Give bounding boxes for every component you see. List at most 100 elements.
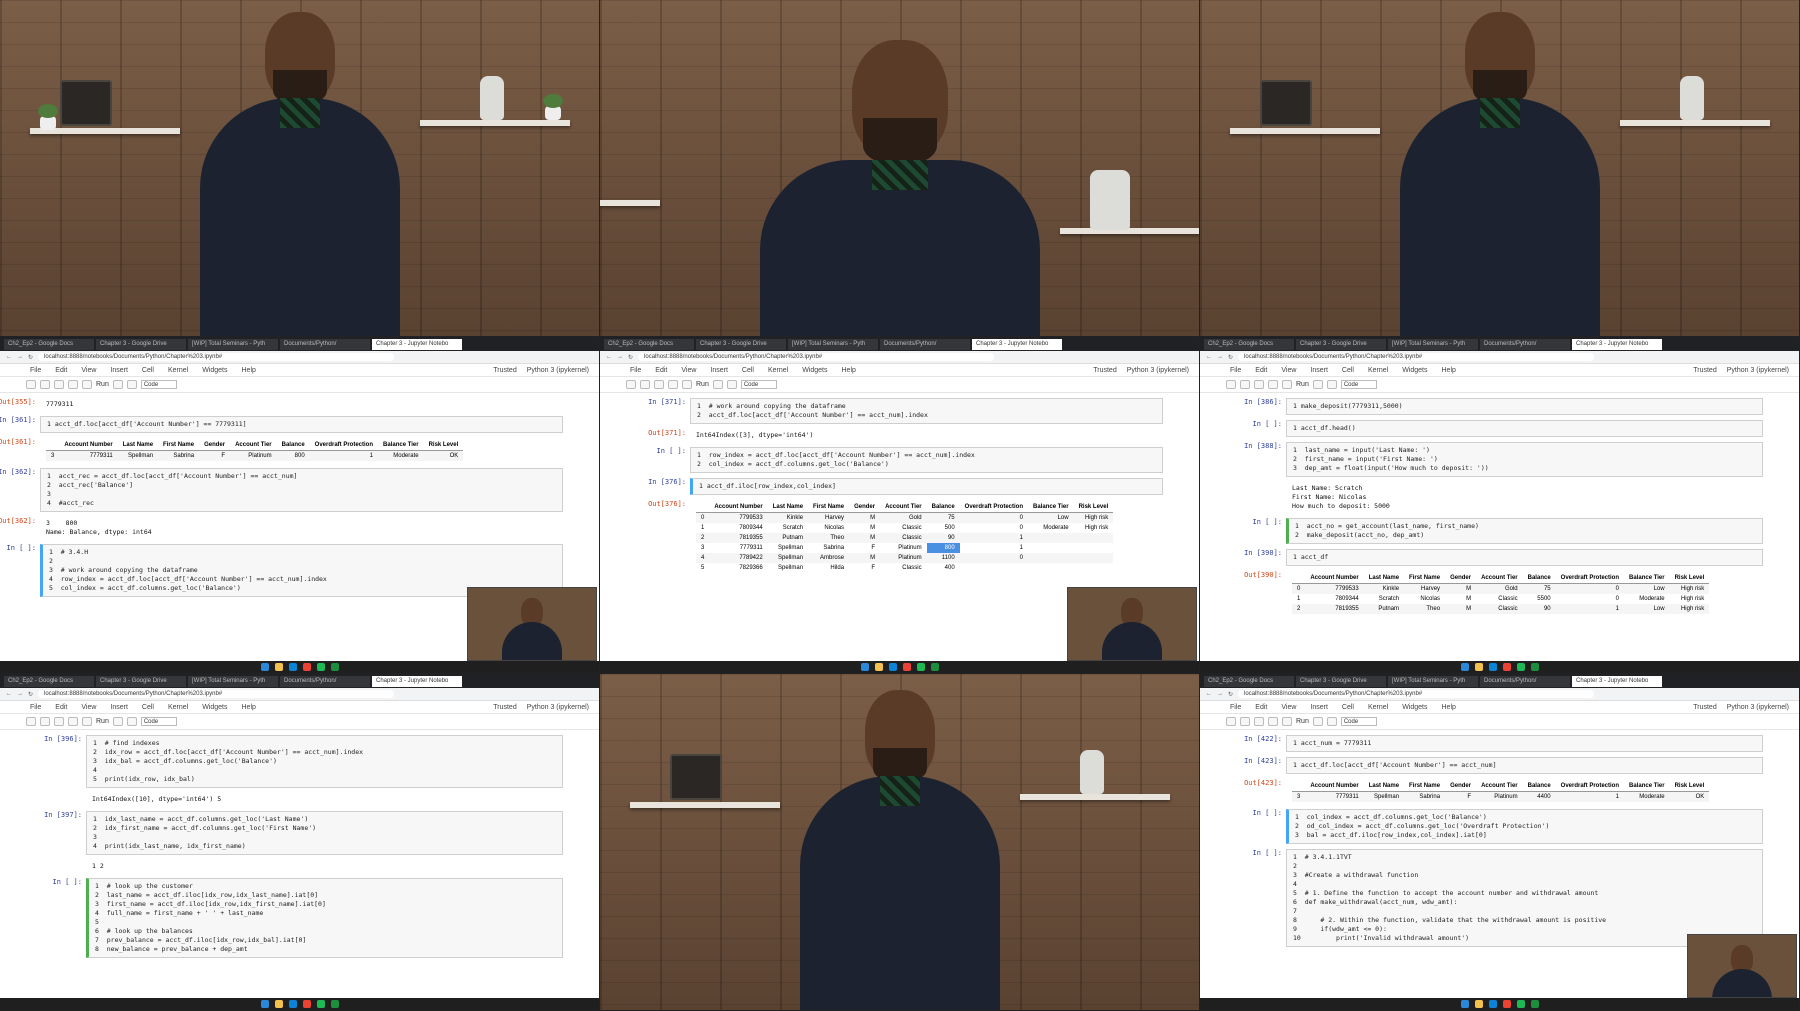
menu-cell[interactable]: Cell bbox=[742, 367, 754, 374]
back-icon[interactable]: ← bbox=[1206, 691, 1212, 697]
reload-icon[interactable]: ↻ bbox=[1228, 691, 1233, 698]
stop-icon[interactable] bbox=[112, 717, 123, 726]
stop-icon[interactable] bbox=[112, 380, 123, 389]
code-cell[interactable]: 1 acct_rec = acct_df.loc[acct_df['Accoun… bbox=[40, 468, 563, 512]
menu-kernel[interactable]: Kernel bbox=[1368, 367, 1388, 374]
save-icon[interactable] bbox=[1226, 717, 1236, 726]
stop-icon[interactable] bbox=[712, 380, 723, 389]
edge-icon[interactable] bbox=[888, 663, 897, 671]
menu-kernel[interactable]: Kernel bbox=[1368, 704, 1388, 711]
back-icon[interactable]: ← bbox=[6, 354, 12, 360]
copy-icon[interactable] bbox=[68, 380, 78, 389]
browser-tab[interactable]: Chapter 3 - Google Drive bbox=[696, 338, 786, 350]
cell-type-select[interactable]: Code bbox=[140, 717, 177, 726]
code-cell-selected[interactable]: 1 acct_df.iloc[row_index,col_index] bbox=[690, 478, 1163, 495]
restart-icon[interactable] bbox=[726, 380, 737, 389]
add-cell-icon[interactable] bbox=[640, 380, 650, 389]
cell-type-select[interactable]: Code bbox=[1340, 717, 1377, 726]
paste-icon[interactable] bbox=[82, 717, 92, 726]
menu-file[interactable]: File bbox=[630, 367, 641, 374]
browser-tab[interactable]: Documents/Python/ bbox=[280, 675, 370, 687]
menu-insert[interactable]: Insert bbox=[710, 367, 728, 374]
browser-tab[interactable]: [WIP] Total Seminars - Pyth bbox=[788, 338, 878, 350]
run-button[interactable]: Run bbox=[96, 381, 109, 388]
browser-tab[interactable]: [WIP] Total Seminars - Pyth bbox=[188, 338, 278, 350]
windows-icon[interactable] bbox=[260, 663, 269, 671]
add-cell-icon[interactable] bbox=[40, 717, 50, 726]
folder-icon[interactable] bbox=[1474, 1000, 1483, 1008]
browser-tab[interactable]: [WIP] Total Seminars - Pyth bbox=[1388, 675, 1478, 687]
trusted-badge[interactable]: Trusted bbox=[1693, 367, 1716, 374]
menu-insert[interactable]: Insert bbox=[110, 704, 128, 711]
back-icon[interactable]: ← bbox=[6, 691, 12, 697]
folder-icon[interactable] bbox=[1474, 663, 1483, 671]
reload-icon[interactable]: ↻ bbox=[28, 354, 33, 361]
browser-tab[interactable]: Chapter 3 - Google Drive bbox=[96, 338, 186, 350]
edge-icon[interactable] bbox=[1488, 1000, 1497, 1008]
browser-tab[interactable]: Ch2_Ep2 - Google Docs bbox=[4, 338, 94, 350]
windows-icon[interactable] bbox=[260, 1000, 269, 1008]
cell-type-select[interactable]: Code bbox=[140, 380, 177, 389]
code-cell[interactable]: 1 acct_df.loc[acct_df['Account Number'] … bbox=[40, 416, 563, 433]
code-cell[interactable]: 1 make_deposit(7779311,5000) bbox=[1286, 398, 1763, 415]
code-cell[interactable]: 1 # find indexes 2 idx_row = acct_df.loc… bbox=[86, 735, 563, 788]
copy-icon[interactable] bbox=[1268, 717, 1278, 726]
menu-file[interactable]: File bbox=[30, 704, 41, 711]
restart-icon[interactable] bbox=[1326, 717, 1337, 726]
browser-tab[interactable]: [WIP] Total Seminars - Pyth bbox=[1388, 338, 1478, 350]
cut-icon[interactable] bbox=[54, 717, 64, 726]
code-cell-selected[interactable]: 1 col_index = acct_df.columns.get_loc('B… bbox=[1286, 809, 1763, 844]
save-icon[interactable] bbox=[26, 717, 36, 726]
add-cell-icon[interactable] bbox=[1240, 380, 1250, 389]
excel-icon[interactable] bbox=[330, 1000, 339, 1008]
menu-kernel[interactable]: Kernel bbox=[168, 367, 188, 374]
paste-icon[interactable] bbox=[682, 380, 692, 389]
windows-icon[interactable] bbox=[1460, 663, 1469, 671]
menu-help[interactable]: Help bbox=[842, 367, 856, 374]
run-button[interactable]: Run bbox=[696, 381, 709, 388]
folder-icon[interactable] bbox=[274, 1000, 283, 1008]
add-cell-icon[interactable] bbox=[1240, 717, 1250, 726]
browser-tab[interactable]: [WIP] Total Seminars - Pyth bbox=[188, 675, 278, 687]
trusted-badge[interactable]: Trusted bbox=[493, 367, 516, 374]
chrome-icon[interactable] bbox=[902, 663, 911, 671]
browser-tab-active[interactable]: Chapter 3 - Jupyter Notebo bbox=[372, 675, 462, 687]
code-cell[interactable]: 1 acct_df.head() bbox=[1286, 420, 1763, 437]
menu-edit[interactable]: Edit bbox=[655, 367, 667, 374]
code-cell[interactable]: 1 # work around copying the dataframe 2 … bbox=[690, 398, 1163, 424]
code-cell-editing[interactable]: 1 # look up the customer 2 last_name = a… bbox=[86, 878, 563, 958]
menu-view[interactable]: View bbox=[1281, 704, 1296, 711]
reload-icon[interactable]: ↻ bbox=[28, 691, 33, 698]
forward-icon[interactable]: → bbox=[17, 354, 23, 360]
edge-icon[interactable] bbox=[288, 663, 297, 671]
browser-tab[interactable]: Documents/Python/ bbox=[280, 338, 370, 350]
paste-icon[interactable] bbox=[82, 380, 92, 389]
menu-help[interactable]: Help bbox=[242, 704, 256, 711]
menu-help[interactable]: Help bbox=[242, 367, 256, 374]
forward-icon[interactable]: → bbox=[617, 354, 623, 360]
edge-icon[interactable] bbox=[1488, 663, 1497, 671]
browser-tab[interactable]: Chapter 3 - Google Drive bbox=[1296, 338, 1386, 350]
restart-icon[interactable] bbox=[1326, 380, 1337, 389]
browser-tab[interactable]: Chapter 3 - Google Drive bbox=[1296, 675, 1386, 687]
menu-edit[interactable]: Edit bbox=[1255, 367, 1267, 374]
menu-view[interactable]: View bbox=[81, 367, 96, 374]
cell-type-select[interactable]: Code bbox=[1340, 380, 1377, 389]
reload-icon[interactable]: ↻ bbox=[628, 354, 633, 361]
restart-icon[interactable] bbox=[126, 717, 137, 726]
url-field[interactable]: localhost:8888/notebooks/Documents/Pytho… bbox=[38, 690, 394, 698]
menu-widgets[interactable]: Widgets bbox=[1402, 704, 1427, 711]
windows-icon[interactable] bbox=[860, 663, 869, 671]
excel-icon[interactable] bbox=[1530, 663, 1539, 671]
menu-kernel[interactable]: Kernel bbox=[168, 704, 188, 711]
cell-type-select[interactable]: Code bbox=[740, 380, 777, 389]
browser-tab[interactable]: Ch2_Ep2 - Google Docs bbox=[1204, 338, 1294, 350]
chrome-icon[interactable] bbox=[1502, 1000, 1511, 1008]
app-icon[interactable] bbox=[316, 1000, 325, 1008]
menu-edit[interactable]: Edit bbox=[55, 704, 67, 711]
menu-widgets[interactable]: Widgets bbox=[202, 704, 227, 711]
code-cell[interactable]: 1 # 3.4.1.1TVT 2 3 #Create a withdrawal … bbox=[1286, 849, 1763, 947]
save-icon[interactable] bbox=[26, 380, 36, 389]
code-cell[interactable]: 1 last_name = input('Last Name: ') 2 fir… bbox=[1286, 442, 1763, 477]
code-cell[interactable]: 1 acct_df.loc[acct_df['Account Number'] … bbox=[1286, 757, 1763, 774]
